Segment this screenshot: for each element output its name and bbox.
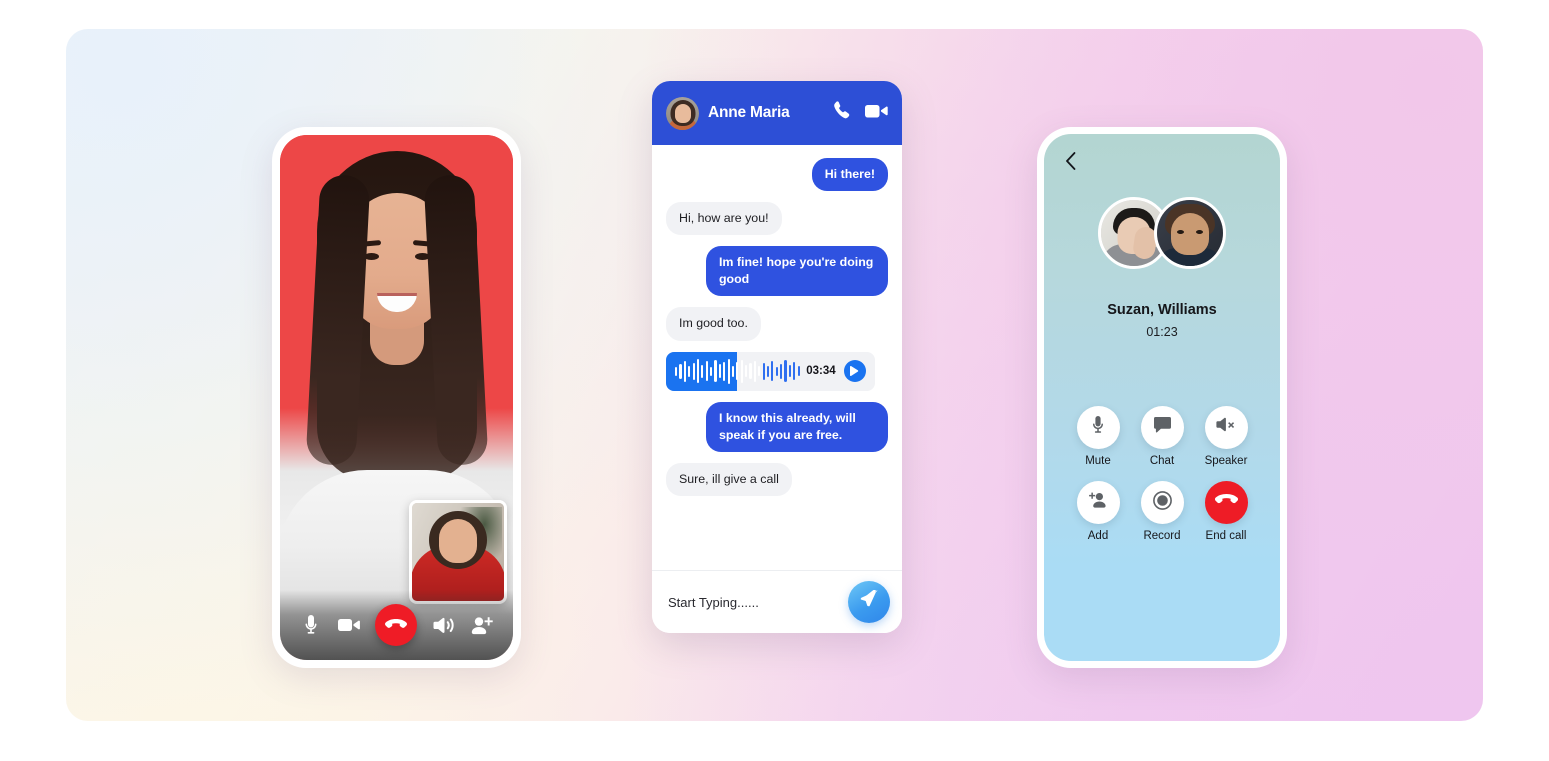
microphone-icon[interactable]: [299, 613, 323, 637]
avatar2-eye-left: [1177, 230, 1184, 234]
video-camera-icon[interactable]: [337, 613, 361, 637]
control-record[interactable]: Record: [1140, 481, 1184, 542]
call-controls-grid: Mute Chat Speaker Add Record End call: [1044, 406, 1280, 542]
chat-message-outgoing: Im fine! hope you're doing good: [705, 246, 888, 297]
microphone-icon: [1092, 416, 1104, 439]
speaker-icon[interactable]: [432, 613, 456, 637]
mute-button[interactable]: [1076, 406, 1120, 449]
control-end-call[interactable]: End call: [1204, 481, 1248, 542]
chat-message-list: Hi there! Hi, how are you! Im fine! hope…: [652, 145, 902, 570]
waveform-bars: [666, 352, 803, 391]
end-call-button[interactable]: [1204, 481, 1248, 524]
background-canvas: Anne Maria Hi there! Hi, how are you! Im…: [66, 29, 1483, 721]
avatar2-eye-right: [1196, 230, 1203, 234]
chat-message-incoming: Im good too.: [666, 307, 761, 341]
record-circle-icon: [1152, 490, 1172, 515]
contact-name: Anne Maria: [708, 104, 790, 121]
send-paper-plane-icon: [860, 588, 879, 614]
control-add[interactable]: Add: [1076, 481, 1120, 542]
voice-duration: 03:34: [806, 365, 836, 378]
video-call-controls: [280, 590, 513, 660]
control-chat[interactable]: Chat: [1140, 406, 1184, 467]
video-call-screen: [280, 135, 513, 660]
voice-play-button[interactable]: [843, 360, 866, 383]
chat-phone: Anne Maria Hi there! Hi, how are you! Im…: [652, 81, 902, 633]
voice-message-bubble[interactable]: 03:34: [666, 351, 875, 391]
chat-message-incoming: Sure, ill give a call: [666, 462, 792, 496]
audio-call-screen: Suzan, Williams 01:23 Mute Chat Speaker …: [1044, 134, 1280, 661]
pip-face: [439, 519, 477, 563]
chat-header: Anne Maria: [652, 81, 902, 145]
video-camera-icon[interactable]: [865, 103, 888, 124]
add-label: Add: [1087, 530, 1109, 542]
avatar2-face: [1171, 213, 1209, 255]
chat-header-actions: [834, 101, 888, 125]
add-person-icon[interactable]: [470, 613, 494, 637]
voice-waveform[interactable]: [666, 351, 803, 391]
participant-avatar-2: [1154, 197, 1226, 269]
add-person-icon: [1088, 492, 1108, 514]
control-speaker[interactable]: Speaker: [1204, 406, 1248, 467]
self-view-pip[interactable]: [409, 500, 507, 604]
participants-name: Suzan, Williams: [1107, 302, 1217, 318]
participant-avatars: [1098, 197, 1226, 269]
speaker-mute-icon: [1216, 417, 1236, 438]
phone-icon[interactable]: [834, 101, 853, 125]
record-label: Record: [1143, 530, 1181, 542]
end-call-label: End call: [1205, 530, 1247, 542]
message-input[interactable]: Start Typing......: [668, 595, 848, 610]
chat-bubble-icon: [1153, 417, 1171, 438]
speaker-button[interactable]: [1204, 406, 1248, 449]
chat-message-outgoing: I know this already, will speak if you a…: [705, 401, 888, 452]
add-button[interactable]: [1076, 481, 1120, 524]
call-timer: 01:23: [1146, 325, 1178, 339]
end-call-button[interactable]: [375, 604, 418, 646]
chat-input-bar: Start Typing......: [652, 570, 902, 633]
chat-message-outgoing: Hi there!: [811, 158, 888, 192]
contact-avatar[interactable]: [666, 96, 699, 130]
chat-label: Chat: [1149, 455, 1175, 467]
chat-message-incoming: Hi, how are you!: [666, 202, 782, 236]
control-mute[interactable]: Mute: [1076, 406, 1120, 467]
chat-button[interactable]: [1140, 406, 1184, 449]
avatar-face: [674, 103, 691, 123]
phone-hangup-icon: [1214, 493, 1238, 512]
speaker-label: Speaker: [1204, 455, 1248, 467]
mute-label: Mute: [1085, 455, 1111, 467]
send-button[interactable]: [848, 581, 890, 623]
audio-call-phone: Suzan, Williams 01:23 Mute Chat Speaker …: [1037, 127, 1287, 668]
video-call-phone: [272, 127, 521, 668]
chevron-left-icon[interactable]: [1059, 150, 1081, 172]
record-button[interactable]: [1140, 481, 1184, 524]
